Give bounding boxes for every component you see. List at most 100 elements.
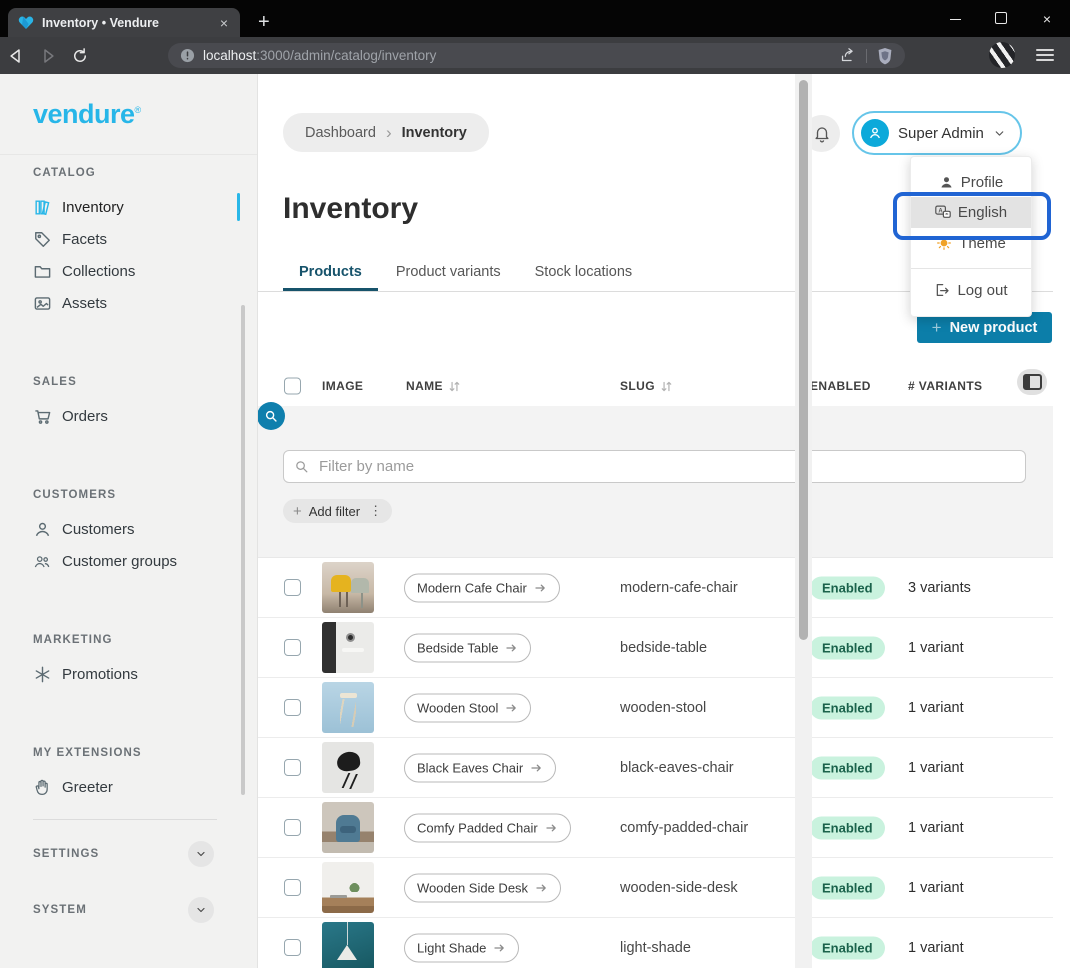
chevron-down-icon[interactable] — [188, 841, 214, 867]
variant-count: 3 variants — [908, 580, 971, 596]
filter-input-wrap[interactable] — [283, 450, 1026, 483]
forward-button[interactable] — [32, 47, 64, 65]
status-badge: Enabled — [810, 876, 885, 899]
product-image — [322, 922, 374, 968]
url-text[interactable]: localhost:3000/admin/catalog/inventory — [203, 48, 839, 63]
sidebar-item-label: Customer groups — [62, 553, 177, 570]
sidebar-item-promotions[interactable]: Promotions — [0, 658, 257, 690]
browser-tab[interactable]: Inventory • Vendure × — [8, 8, 240, 37]
site-info-icon[interactable] — [180, 48, 195, 63]
product-name-link[interactable]: Wooden Stool — [404, 693, 531, 722]
row-checkbox[interactable] — [284, 819, 301, 836]
books-icon — [33, 198, 52, 217]
sidebar-item-greeter[interactable]: Greeter — [0, 771, 257, 803]
product-name-link[interactable]: Bedside Table — [404, 633, 531, 662]
user-dropdown-menu: Profile A English Theme — [910, 156, 1032, 317]
vendure-logo[interactable]: vendure® — [0, 74, 257, 155]
sidebar-item-label: Orders — [62, 408, 108, 425]
product-image — [322, 802, 374, 853]
table-row: Black Eaves Chair black-eaves-chair Enab… — [258, 738, 1053, 798]
product-slug: comfy-padded-chair — [620, 820, 748, 836]
section-label-marketing: MARKETING — [33, 634, 257, 650]
page-scrollbar[interactable] — [795, 74, 812, 968]
row-checkbox[interactable] — [284, 879, 301, 896]
status-badge: Enabled — [810, 756, 885, 779]
row-checkbox[interactable] — [284, 759, 301, 776]
section-label-catalog: CATALOG — [33, 167, 257, 183]
search-toggle-button[interactable] — [258, 402, 285, 430]
product-name-link[interactable]: Wooden Side Desk — [404, 873, 561, 902]
scrollbar-thumb[interactable] — [799, 80, 808, 640]
product-name-link[interactable]: Light Shade — [404, 933, 519, 962]
tab-close-icon[interactable]: × — [218, 15, 230, 31]
product-slug: wooden-side-desk — [620, 880, 738, 896]
menu-item-logout[interactable]: Log out — [911, 275, 1031, 305]
reload-button[interactable] — [64, 47, 96, 65]
brave-shield-icon[interactable] — [877, 47, 893, 65]
tab-stock-locations[interactable]: Stock locations — [519, 264, 649, 291]
tab-product-variants[interactable]: Product variants — [380, 264, 517, 291]
row-checkbox[interactable] — [284, 579, 301, 596]
window-close-button[interactable]: × — [1024, 11, 1070, 27]
sidebar-item-assets[interactable]: Assets — [0, 287, 257, 319]
menu-item-theme[interactable]: Theme — [911, 228, 1031, 258]
people-icon — [33, 552, 52, 571]
sidebar-item-customer-groups[interactable]: Customer groups — [0, 545, 257, 577]
column-header-image: IMAGE — [322, 379, 363, 393]
sidebar-item-customers[interactable]: Customers — [0, 513, 257, 545]
product-name-link[interactable]: Modern Cafe Chair — [404, 573, 560, 602]
browser-profile-avatar[interactable] — [989, 42, 1015, 68]
breadcrumb-dashboard[interactable]: Dashboard — [305, 125, 376, 141]
tab-title: Inventory • Vendure — [42, 16, 218, 30]
sidebar-item-inventory[interactable]: Inventory — [0, 191, 257, 223]
breadcrumb[interactable]: Dashboard › Inventory — [283, 113, 489, 152]
sidebar-item-facets[interactable]: Facets — [0, 223, 257, 255]
chevron-down-icon[interactable] — [188, 897, 214, 923]
kebab-menu-icon[interactable]: ⋮ — [369, 503, 382, 519]
section-label-sales: SALES — [33, 376, 257, 392]
vendure-favicon-icon — [18, 15, 34, 31]
column-settings-button[interactable] — [1017, 369, 1047, 395]
sidebar-item-collections[interactable]: Collections — [0, 255, 257, 287]
filter-by-name-input[interactable] — [317, 457, 1015, 476]
product-name-link[interactable]: Black Eaves Chair — [404, 753, 556, 782]
select-all-checkbox[interactable] — [284, 378, 301, 395]
breadcrumb-inventory[interactable]: Inventory — [402, 125, 467, 141]
arrow-right-icon — [530, 761, 543, 774]
add-filter-button[interactable]: + Add filter ⋮ — [283, 499, 392, 523]
menu-item-profile[interactable]: Profile — [911, 167, 1031, 197]
sidebar-scrollbar[interactable] — [241, 305, 245, 795]
avatar — [861, 119, 889, 147]
column-header-variants: # VARIANTS — [908, 379, 982, 393]
variant-count: 1 variant — [908, 640, 964, 656]
sidebar-section-system[interactable]: SYSTEM — [0, 888, 257, 932]
row-checkbox[interactable] — [284, 699, 301, 716]
row-checkbox[interactable] — [284, 939, 301, 956]
tab-products[interactable]: Products — [283, 264, 378, 291]
sidebar-section-settings[interactable]: SETTINGS — [0, 832, 257, 876]
arrow-right-icon — [534, 581, 547, 594]
product-name-link[interactable]: Comfy Padded Chair — [404, 813, 571, 842]
menu-item-language[interactable]: A English — [911, 197, 1031, 228]
logout-icon — [934, 282, 950, 298]
plus-icon: + — [932, 318, 942, 338]
table-row: Light Shade light-shade Enabled 1 varian… — [258, 918, 1053, 968]
table-row: Wooden Stool wooden-stool Enabled 1 vari… — [258, 678, 1053, 738]
share-icon[interactable] — [839, 47, 856, 64]
browser-menu-icon[interactable] — [1036, 49, 1054, 64]
row-checkbox[interactable] — [284, 639, 301, 656]
window-maximize-button[interactable] — [978, 11, 1024, 27]
user-menu-button[interactable]: Super Admin — [852, 111, 1022, 155]
folder-icon — [33, 262, 52, 281]
section-label-my-extensions: MY EXTENSIONS — [33, 747, 257, 763]
sidebar-item-orders[interactable]: Orders — [0, 400, 257, 432]
window-minimize-button[interactable] — [932, 11, 978, 27]
column-header-name[interactable]: NAME — [406, 379, 461, 393]
person-icon — [33, 520, 52, 539]
column-header-slug[interactable]: SLUG — [620, 379, 673, 393]
new-tab-button[interactable]: + — [258, 8, 270, 36]
translate-icon: A — [935, 205, 951, 220]
menu-divider — [911, 268, 1031, 269]
back-button[interactable] — [0, 47, 32, 65]
address-bar[interactable]: localhost:3000/admin/catalog/inventory — [168, 43, 905, 68]
